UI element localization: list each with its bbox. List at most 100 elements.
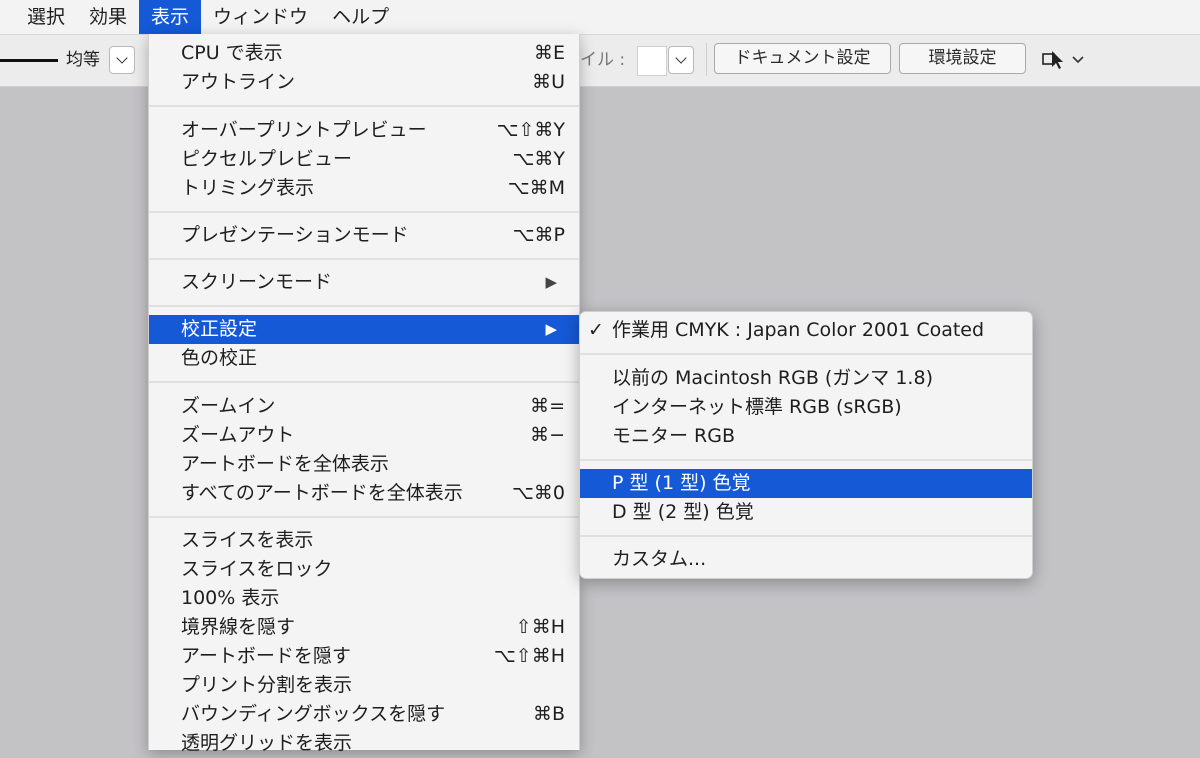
menu-item-label: ズームイン (181, 395, 276, 417)
menu-item-label: 色の校正 (181, 347, 258, 369)
menu-separator (149, 258, 579, 260)
menu-item-shortcut: ⌥⌘Y (512, 148, 565, 170)
stroke-profile-dropdown[interactable] (109, 46, 135, 74)
menu-item-actual-size[interactable]: 100% 表示 (149, 584, 579, 613)
checkmark-icon: ✓ (588, 319, 604, 341)
menu-item-zoom-in[interactable]: ズームイン ⌘= (149, 392, 579, 421)
menu-separator (580, 535, 1032, 537)
menu-item-shortcut: ⌘U (532, 71, 565, 93)
menu-bar: 選択 効果 表示 ウィンドウ ヘルプ (0, 0, 1200, 35)
submenu-item-label: 作業用 CMYK : Japan Color 2001 Coated (612, 319, 985, 341)
submenu-item-working-cmyk[interactable]: ✓ 作業用 CMYK : Japan Color 2001 Coated (580, 316, 1032, 345)
menu-item-shortcut: ⌘B (532, 703, 565, 725)
style-swatch[interactable] (637, 46, 667, 76)
menu-item-pixel-preview[interactable]: ピクセルプレビュー ⌥⌘Y (149, 145, 579, 174)
menu-item-label: スライスを表示 (181, 529, 314, 551)
style-dropdown[interactable] (668, 46, 694, 74)
menu-item-label: 透明グリッドを表示 (181, 732, 353, 754)
menu-item-label: アートボードを隠す (181, 645, 351, 667)
submenu-arrow-icon: ▶ (545, 273, 557, 291)
menu-item-shortcut: ⌘= (530, 395, 565, 417)
menu-item-show-transparency-grid[interactable]: 透明グリッドを表示 (149, 729, 579, 758)
menu-separator (149, 516, 579, 518)
menu-item-fit-all-artboards[interactable]: すべてのアートボードを全体表示 ⌥⌘0 (149, 479, 579, 508)
submenu-item-srgb[interactable]: インターネット標準 RGB (sRGB) (580, 393, 1032, 422)
submenu-item-label: モニター RGB (612, 425, 735, 447)
document-setup-button[interactable]: ドキュメント設定 (714, 43, 891, 74)
menu-effect[interactable]: 効果 (77, 0, 139, 34)
submenu-item-label: 以前の Macintosh RGB (ガンマ 1.8) (612, 367, 933, 389)
menu-item-label: バウンディングボックスを隠す (181, 703, 446, 725)
menu-item-label: 校正設定 (181, 318, 258, 340)
menu-item-label: 100% 表示 (181, 587, 280, 609)
menu-separator (580, 353, 1032, 355)
submenu-item-label: P 型 (1 型) 色覚 (612, 472, 751, 494)
menu-item-zoom-out[interactable]: ズームアウト ⌘− (149, 421, 579, 450)
menu-item-label: スライスをロック (181, 558, 333, 580)
chevron-down-icon (675, 52, 687, 64)
menu-item-shortcut: ⌥⌘0 (512, 482, 565, 504)
menu-separator (149, 211, 579, 213)
stroke-profile-preview (0, 59, 58, 62)
submenu-item-monitor-rgb[interactable]: モニター RGB (580, 422, 1032, 451)
menu-separator (149, 381, 579, 383)
style-label: イル : (580, 50, 626, 70)
submenu-arrow-icon: ▶ (545, 320, 557, 338)
menu-item-label: 境界線を隠す (181, 616, 296, 638)
submenu-item-label: インターネット標準 RGB (sRGB) (612, 396, 902, 418)
menu-item-presentation-mode[interactable]: プレゼンテーションモード ⌥⌘P (149, 221, 579, 250)
menu-item-label: トリミング表示 (181, 177, 315, 199)
menu-item-proof-colors[interactable]: 色の校正 (149, 344, 579, 373)
menu-item-hide-artboards[interactable]: アートボードを隠す ⌥⇧⌘H (149, 642, 579, 671)
menu-window[interactable]: ウィンドウ (201, 0, 320, 34)
menu-item-overprint-preview[interactable]: オーバープリントプレビュー ⌥⇧⌘Y (149, 116, 579, 145)
menu-item-label: アウトライン (181, 71, 296, 93)
menu-item-outline[interactable]: アウトライン ⌘U (149, 68, 579, 97)
menu-item-hide-edges[interactable]: 境界線を隠す ⇧⌘H (149, 613, 579, 642)
toolbar-divider (706, 43, 707, 76)
menu-item-shortcut: ⌥⇧⌘Y (496, 119, 565, 141)
menu-item-label: プリント分割を表示 (181, 674, 353, 696)
submenu-item-protanopia[interactable]: P 型 (1 型) 色覚 (580, 469, 1032, 498)
select-similar-icon[interactable] (1040, 45, 1088, 75)
menu-item-label: オーバープリントプレビュー (181, 119, 427, 141)
menu-item-fit-artboard[interactable]: アートボードを全体表示 (149, 450, 579, 479)
menu-item-label: ピクセルプレビュー (181, 148, 353, 170)
menu-item-label: プレゼンテーションモード (181, 224, 409, 246)
menu-help[interactable]: ヘルプ (320, 0, 401, 34)
stroke-profile-label: 均等 (66, 50, 100, 70)
menu-view[interactable]: 表示 (139, 0, 202, 34)
submenu-item-legacy-mac-rgb[interactable]: 以前の Macintosh RGB (ガンマ 1.8) (580, 364, 1032, 393)
menu-item-trim-view[interactable]: トリミング表示 ⌥⌘M (149, 174, 579, 203)
menu-item-show-print-tiling[interactable]: プリント分割を表示 (149, 671, 579, 700)
menu-item-shortcut: ⇧⌘H (515, 616, 565, 638)
menu-item-proof-setup[interactable]: 校正設定 ▶ (149, 315, 579, 344)
menu-item-shortcut: ⌘E (533, 42, 565, 64)
menu-item-label: すべてのアートボードを全体表示 (181, 482, 463, 504)
proof-setup-submenu: ✓ 作業用 CMYK : Japan Color 2001 Coated 以前の… (579, 311, 1033, 579)
menu-item-shortcut: ⌥⌘M (507, 177, 565, 199)
submenu-item-deuteranopia[interactable]: D 型 (2 型) 色覚 (580, 498, 1032, 527)
preferences-button[interactable]: 環境設定 (899, 43, 1026, 74)
submenu-item-label: D 型 (2 型) 色覚 (612, 501, 754, 523)
menu-item-shortcut: ⌥⇧⌘H (493, 645, 565, 667)
submenu-item-custom[interactable]: カスタム... (580, 545, 1032, 574)
chevron-down-icon (116, 52, 128, 64)
menu-item-lock-slices[interactable]: スライスをロック (149, 555, 579, 584)
menu-item-shortcut: ⌘− (530, 424, 565, 446)
menu-item-cpu-preview[interactable]: CPU で表示 ⌘E (149, 39, 579, 68)
menu-item-label: CPU で表示 (181, 42, 283, 64)
menu-separator (580, 459, 1032, 461)
menu-item-show-slices[interactable]: スライスを表示 (149, 526, 579, 555)
menu-separator (149, 105, 579, 107)
menu-item-hide-bounding-box[interactable]: バウンディングボックスを隠す ⌘B (149, 700, 579, 729)
menu-select[interactable]: 選択 (0, 0, 77, 34)
menu-separator (149, 305, 579, 307)
view-menu: CPU で表示 ⌘E アウトライン ⌘U オーバープリントプレビュー ⌥⇧⌘Y … (148, 34, 580, 754)
menu-item-label: アートボードを全体表示 (181, 453, 389, 475)
menu-item-label: ズームアウト (181, 424, 295, 446)
menu-item-shortcut: ⌥⌘P (512, 224, 565, 246)
menu-item-screen-mode[interactable]: スクリーンモード ▶ (149, 268, 579, 297)
menu-item-label: スクリーンモード (181, 271, 333, 293)
submenu-item-label: カスタム... (612, 548, 707, 570)
